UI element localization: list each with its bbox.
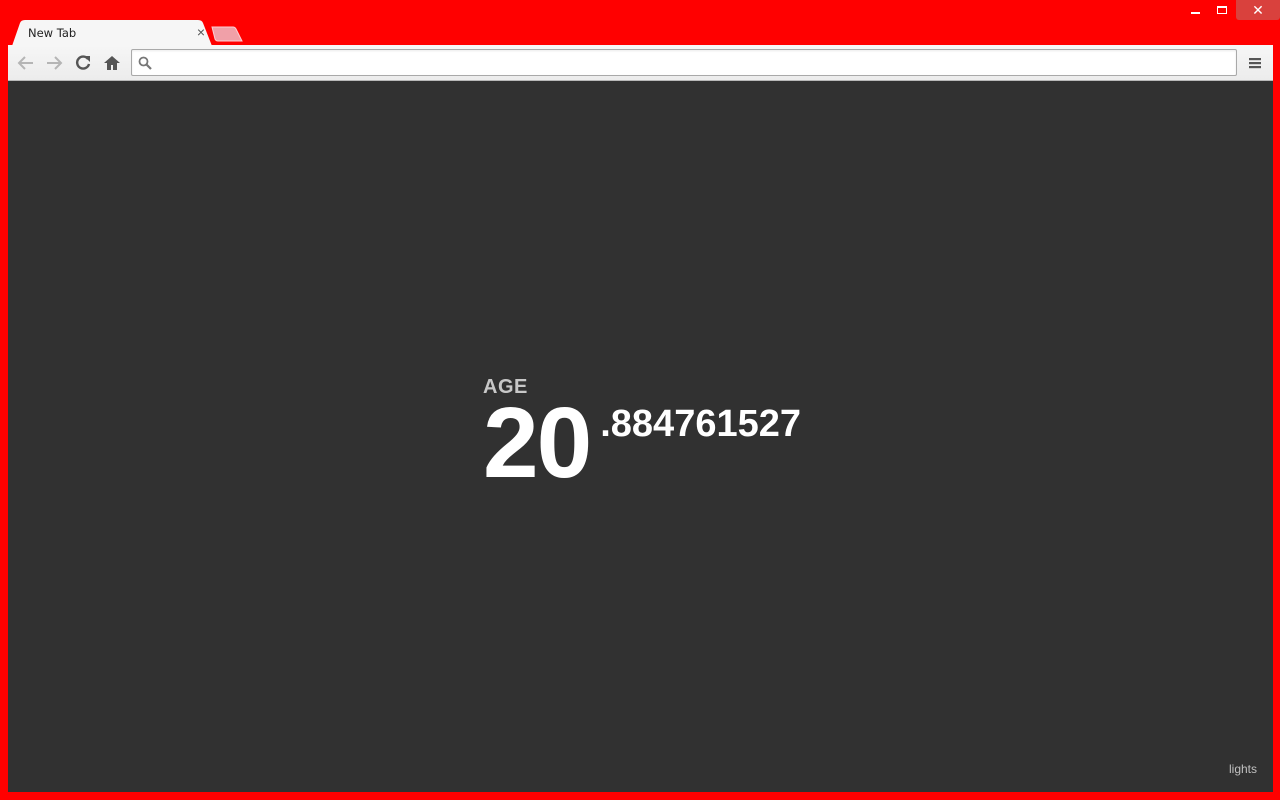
back-button[interactable] bbox=[13, 50, 39, 76]
new-tab-icon bbox=[211, 26, 243, 42]
tab-new-tab[interactable]: New Tab × bbox=[12, 20, 212, 46]
maximize-icon bbox=[1217, 6, 1227, 14]
home-button[interactable] bbox=[99, 50, 125, 76]
minimize-button[interactable] bbox=[1182, 0, 1208, 20]
new-tab-button[interactable] bbox=[211, 26, 243, 42]
search-icon bbox=[138, 56, 152, 70]
tab-strip: New Tab × bbox=[8, 20, 608, 46]
maximize-button[interactable] bbox=[1208, 0, 1236, 20]
browser-toolbar bbox=[8, 45, 1273, 81]
hamburger-menu-icon bbox=[1249, 58, 1261, 69]
forward-button[interactable] bbox=[41, 50, 67, 76]
page-content: AGE 20 .884761527 lights bbox=[8, 81, 1273, 792]
age-fraction: .884761527 bbox=[600, 403, 801, 445]
close-window-icon: ✕ bbox=[1252, 1, 1264, 18]
age-integer: 20 bbox=[483, 387, 592, 499]
address-bar-input[interactable] bbox=[156, 52, 1226, 73]
back-arrow-icon bbox=[17, 56, 33, 70]
minimize-icon bbox=[1190, 12, 1200, 14]
close-window-button[interactable]: ✕ bbox=[1236, 0, 1280, 20]
reload-icon bbox=[76, 55, 91, 70]
window-controls: ✕ bbox=[1182, 0, 1280, 22]
omnibox[interactable] bbox=[131, 49, 1237, 76]
tab-title: New Tab bbox=[28, 26, 77, 40]
forward-arrow-icon bbox=[47, 56, 63, 70]
age-value: 20 .884761527 bbox=[483, 393, 801, 493]
home-icon bbox=[104, 56, 120, 70]
chrome-menu-button[interactable] bbox=[1242, 50, 1268, 76]
lights-toggle-link[interactable]: lights bbox=[1229, 762, 1257, 776]
reload-button[interactable] bbox=[70, 50, 96, 76]
age-display: AGE 20 .884761527 bbox=[483, 376, 801, 493]
tab-close-icon[interactable]: × bbox=[194, 25, 208, 39]
